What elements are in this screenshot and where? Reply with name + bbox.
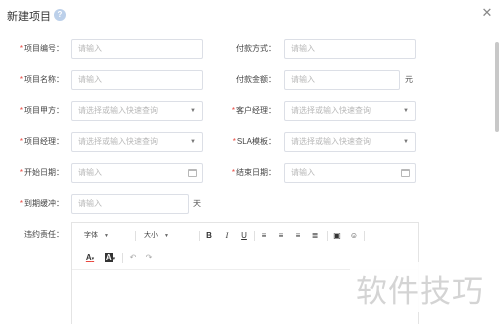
caret-down-icon: ▾ xyxy=(112,256,116,262)
project-name-label: *项目名称： xyxy=(19,75,64,84)
calendar-icon xyxy=(401,169,410,177)
align-left-icon[interactable]: ≡ xyxy=(259,230,269,242)
align-justify-icon[interactable]: ≣ xyxy=(310,230,320,242)
dialog-title: 新建项目 xyxy=(7,11,51,23)
customer-manager-select[interactable]: 请选择或输入快速查询 ▼ xyxy=(284,101,416,121)
undo-icon[interactable]: ↶ xyxy=(128,252,138,264)
caret-down-icon: ▼ xyxy=(403,108,409,114)
sla-template-select[interactable]: 请选择或输入快速查询 ▼ xyxy=(284,132,416,152)
dialog-header: 新建项目 ? ✕ xyxy=(0,0,500,30)
redo-icon[interactable]: ↷ xyxy=(144,252,154,264)
watermark-text: 软件技巧 xyxy=(356,274,484,310)
project-code-input[interactable]: 请输入 xyxy=(71,39,203,59)
payment-amount-unit: 元 xyxy=(405,75,413,84)
caret-down-icon: ▼ xyxy=(403,139,409,145)
caret-down-icon: ▾ xyxy=(91,256,95,262)
new-project-dialog: 新建项目 ? ✕ *项目编号： 请输入 付款方式： 请输入 *项目名称： 请输入… xyxy=(0,0,500,324)
font-size-select[interactable]: 大小 ▼ xyxy=(144,230,169,242)
end-date-picker[interactable]: 请输入 xyxy=(284,163,416,183)
payment-method-input[interactable]: 请输入 xyxy=(284,39,416,59)
align-right-icon[interactable]: ≡ xyxy=(293,230,303,242)
expiry-buffer-input[interactable]: 请输入 xyxy=(71,194,189,214)
editor-toolbar-row-1: 字体 ▼ 大小 ▼ B I U ≡ ≡ ≡ ≣ ▣ ☺ xyxy=(72,225,418,247)
background-color-button[interactable]: A▾ xyxy=(102,252,118,264)
payment-amount-input[interactable]: 请输入 xyxy=(284,70,400,90)
start-date-label: *开始日期： xyxy=(19,168,64,177)
project-party-a-label: *项目甲方： xyxy=(19,106,64,115)
project-manager-select[interactable]: 请选择或输入快速查询 ▼ xyxy=(71,132,203,152)
expiry-buffer-label: *到期缓冲： xyxy=(19,199,64,208)
payment-amount-label: 付款金额： xyxy=(236,75,276,84)
expiry-buffer-unit: 天 xyxy=(193,199,201,208)
question-circle-icon[interactable]: ? xyxy=(54,9,66,21)
payment-method-label: 付款方式： xyxy=(236,44,276,53)
italic-button[interactable]: I xyxy=(222,230,232,242)
caret-down-icon: ▼ xyxy=(190,108,196,114)
project-party-a-select[interactable]: 请选择或输入快速查询 ▼ xyxy=(71,101,203,121)
align-center-icon[interactable]: ≡ xyxy=(276,230,286,242)
calendar-icon xyxy=(188,169,197,177)
underline-button[interactable]: U xyxy=(239,230,249,242)
emoji-icon[interactable]: ☺ xyxy=(349,230,359,242)
project-name-input[interactable]: 请输入 xyxy=(71,70,203,90)
font-color-button[interactable]: A▾ xyxy=(82,252,98,264)
sla-template-label: *SLA模板： xyxy=(232,137,276,146)
project-manager-label: *项目经理： xyxy=(19,137,64,146)
dialog-scrollbar[interactable] xyxy=(495,42,499,132)
font-family-select[interactable]: 字体 ▼ xyxy=(84,230,109,242)
customer-manager-label: *客户经理： xyxy=(231,106,276,115)
project-code-label: *项目编号： xyxy=(19,44,64,53)
bold-button[interactable]: B xyxy=(204,230,214,242)
start-date-picker[interactable]: 请输入 xyxy=(71,163,203,183)
caret-down-icon: ▼ xyxy=(190,139,196,145)
caret-down-icon: ▼ xyxy=(104,233,109,239)
end-date-label: *结束日期： xyxy=(231,168,276,177)
close-icon[interactable]: ✕ xyxy=(480,6,494,20)
breach-liability-label: 违约责任： xyxy=(24,230,64,239)
caret-down-icon: ▼ xyxy=(164,233,169,239)
image-icon[interactable]: ▣ xyxy=(332,230,342,242)
